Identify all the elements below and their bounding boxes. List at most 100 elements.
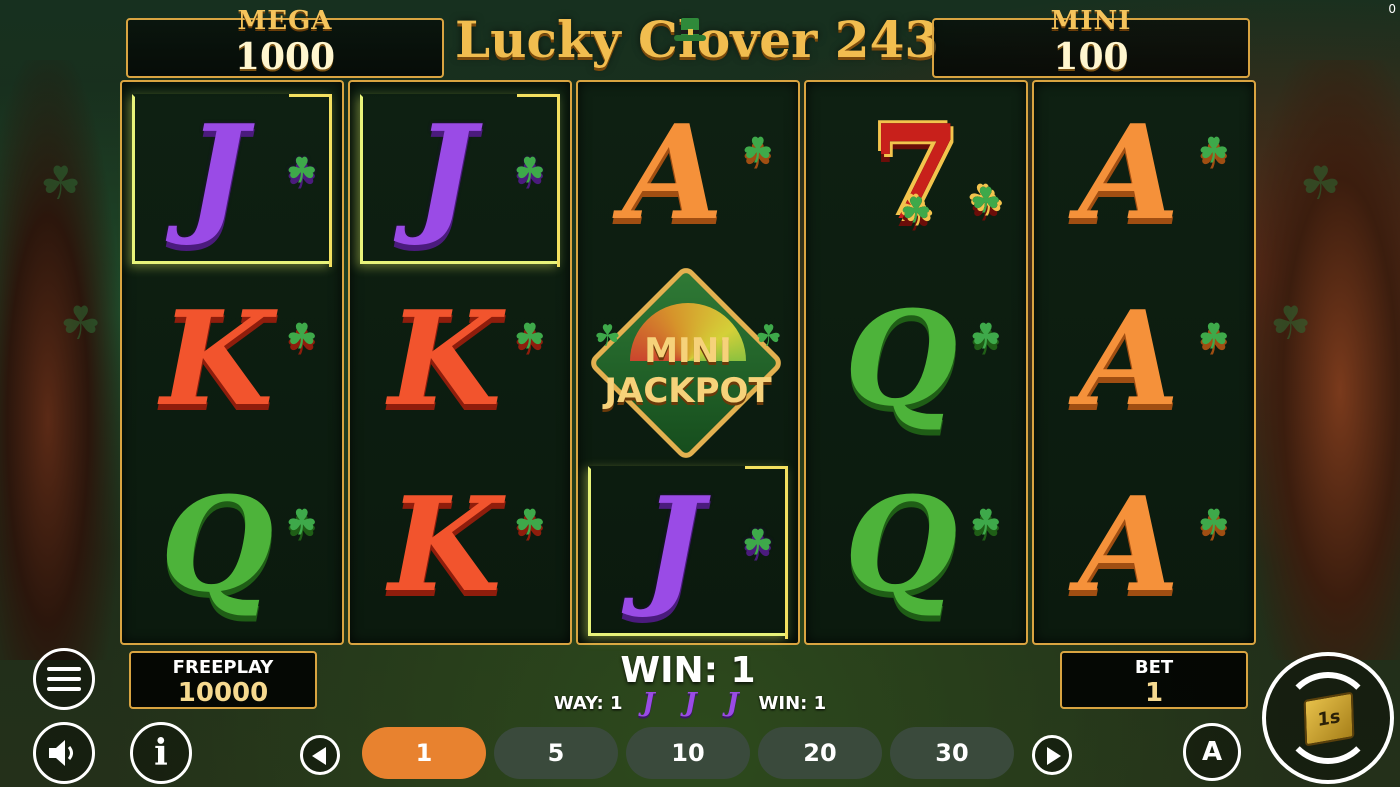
symbol-k: K ☘: [388, 282, 546, 435]
symbol-seven: 7 ☘ ☘: [831, 104, 1001, 254]
forest-background-left: [0, 60, 120, 660]
bet-option-30[interactable]: 30: [890, 727, 1014, 779]
mini-jackpot-line2: JACKPOT: [604, 371, 772, 411]
symbol-k: K ☘: [160, 282, 318, 435]
reel-5-cell-2: A ☘: [1034, 272, 1254, 458]
bet-value: 1: [1144, 678, 1164, 708]
clover-icon: ☘: [286, 503, 317, 543]
clover-icon: ☘: [742, 131, 773, 171]
reel-4-cell-3: Q ☘: [806, 458, 1026, 644]
symbol-j: J ☘: [186, 96, 317, 249]
clover-icon: ☘: [1198, 317, 1229, 357]
symbol-q: Q ☘: [160, 468, 317, 621]
reel-3-cell-2: ☘ ☘ MINI JACKPOT: [578, 264, 798, 462]
reel-4: 7 ☘ ☘ Q ☘ Q ☘: [804, 80, 1028, 645]
mini-jackpot-line1: MINI: [644, 331, 732, 371]
mini-jackpot-label: MINI: [1050, 6, 1132, 36]
forest-background-right: [1250, 60, 1400, 660]
mini-jackpot-box: MINI 100: [932, 6, 1250, 78]
reel-4-cell-2: Q ☘: [806, 272, 1026, 458]
clover-icon: ☘: [742, 523, 773, 563]
info-icon: i: [154, 732, 168, 774]
win-symbol-j: J: [726, 688, 739, 718]
bet-option-10[interactable]: 10: [626, 727, 750, 779]
symbol-a: A ☘: [622, 96, 773, 249]
menu-button[interactable]: [33, 648, 95, 710]
chevron-left-icon: [312, 747, 326, 765]
reel-3-cell-1: A ☘: [578, 86, 798, 272]
freeplay-box: FREEPLAY 10000: [129, 651, 317, 709]
reel-1-cell-1: J ☘: [122, 86, 342, 272]
reel-5: A ☘ A ☘ A ☘: [1032, 80, 1256, 645]
reels-area: J ☘ K ☘ Q ☘ J ☘ K ☘ K ☘ A ☘ ☘ ☘ MINI JAC…: [120, 80, 1256, 645]
symbol-q: Q ☘: [844, 468, 1001, 621]
symbol-q: Q ☘: [844, 282, 1001, 435]
bet-box: BET 1: [1060, 651, 1248, 709]
bet-option-5[interactable]: 5: [494, 727, 618, 779]
bet-decrease-button[interactable]: [300, 735, 340, 775]
reel-1: J ☘ K ☘ Q ☘: [120, 80, 344, 645]
reel-3: A ☘ ☘ ☘ MINI JACKPOT J ☘: [576, 80, 800, 645]
mini-jackpot-symbol: ☘ ☘ MINI JACKPOT: [587, 264, 788, 462]
clover-icon: ☘: [286, 151, 317, 191]
bet-selector: 1 5 10 20 30: [298, 727, 1082, 779]
win-detail: WAY: 1 J J J WIN: 1: [530, 688, 850, 718]
symbol-k: K ☘: [388, 468, 546, 621]
symbol-j: J ☘: [414, 96, 545, 249]
symbol-j: J ☘: [642, 468, 773, 621]
reel-2: J ☘ K ☘ K ☘: [348, 80, 572, 645]
autoplay-button[interactable]: A: [1183, 723, 1241, 781]
win-symbol-j: J: [684, 688, 697, 718]
clover-icon: ☘: [1198, 131, 1229, 171]
spin-cube-icon: 1s: [1303, 691, 1355, 747]
mini-jackpot-value: 100: [1053, 36, 1129, 78]
clover-decoration-icon: ☘: [60, 296, 102, 350]
clover-icon: ☘: [514, 151, 545, 191]
clover-icon: ☘: [286, 317, 317, 357]
symbol-a: A ☘: [1078, 468, 1229, 621]
clover-icon: ☘: [970, 503, 1001, 543]
sound-button[interactable]: [33, 722, 95, 784]
clover-icon: ☘: [514, 317, 545, 357]
win-symbol-j: J: [642, 688, 655, 718]
reel-5-cell-1: A ☘: [1034, 86, 1254, 272]
mega-jackpot-value: 1000: [234, 36, 336, 78]
symbol-a: A ☘: [1078, 96, 1229, 249]
reel-5-cell-3: A ☘: [1034, 458, 1254, 644]
game-logo: Lucky Clover 243: [455, 10, 939, 80]
clover-decoration-icon: ☘: [1300, 156, 1342, 210]
autoplay-icon: A: [1201, 737, 1223, 767]
clover-decoration-icon: ☘: [40, 156, 82, 210]
reel-4-cell-1: 7 ☘ ☘: [806, 86, 1026, 272]
clover-decoration-icon: ☘: [1270, 296, 1312, 350]
freeplay-value: 10000: [177, 678, 269, 708]
reel-2-cell-2: K ☘: [350, 272, 570, 458]
bet-option-1[interactable]: 1: [362, 727, 486, 779]
bet-option-20[interactable]: 20: [758, 727, 882, 779]
hamburger-menu-icon: [47, 667, 81, 691]
speaker-icon: [49, 740, 73, 766]
mega-jackpot-label: MEGA: [237, 6, 333, 36]
win-amount: WIN: 1: [620, 650, 756, 691]
reel-2-cell-1: J ☘: [350, 86, 570, 272]
reel-1-cell-2: K ☘: [122, 272, 342, 458]
clover-icon: ☘: [514, 503, 545, 543]
corner-counter: 0: [1388, 2, 1396, 16]
bet-label: BET: [1134, 657, 1174, 678]
freeplay-label: FREEPLAY: [172, 657, 274, 678]
clover-icon: ☘: [1198, 503, 1229, 543]
reel-3-cell-3: J ☘: [578, 458, 798, 644]
clover-icon: ☘: [970, 181, 1001, 221]
leprechaun-hat-icon: [674, 18, 706, 41]
info-button[interactable]: i: [130, 722, 192, 784]
mega-jackpot-box: MEGA 1000: [126, 6, 444, 78]
symbol-a: A ☘: [1078, 282, 1229, 435]
clover-icon: ☘: [970, 317, 1001, 357]
spin-button[interactable]: 1s: [1262, 652, 1394, 784]
reel-2-cell-3: K ☘: [350, 458, 570, 644]
chevron-right-icon: [1047, 747, 1061, 765]
bet-increase-button[interactable]: [1032, 735, 1072, 775]
reel-1-cell-3: Q ☘: [122, 458, 342, 644]
win-way-label: WAY: 1: [553, 692, 623, 714]
win-win-label: WIN: 1: [758, 692, 827, 714]
